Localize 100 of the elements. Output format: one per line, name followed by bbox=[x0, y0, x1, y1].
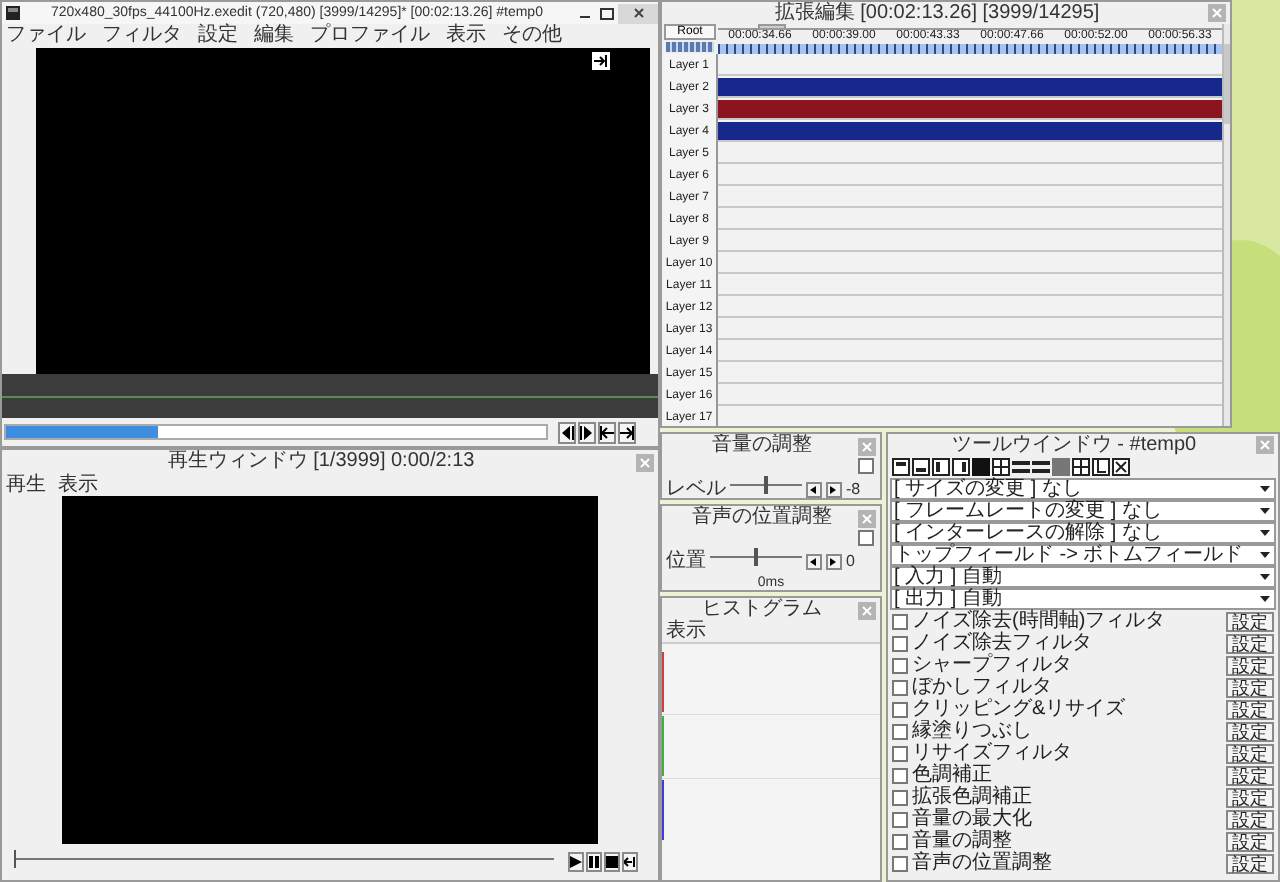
dropdown[interactable]: トップフィールド -> ボトムフィールド bbox=[890, 544, 1276, 566]
time-ruler[interactable] bbox=[718, 44, 1222, 54]
filter-label: リサイズフィルタ bbox=[912, 743, 1074, 763]
checkbox[interactable] bbox=[892, 789, 908, 805]
settings-button[interactable]: 設定 bbox=[1226, 787, 1274, 807]
scrollbar[interactable] bbox=[1222, 24, 1230, 426]
window-title: 再生ウィンドウ [1/3999] 0:00/2:13 bbox=[165, 452, 477, 472]
left-arrow-icon bbox=[810, 557, 818, 565]
jump-end-button[interactable] bbox=[618, 421, 636, 443]
filter-label: 縁塗りつぶし bbox=[912, 721, 1032, 741]
checkbox[interactable] bbox=[892, 657, 908, 673]
menu-item[interactable]: 表示 bbox=[58, 475, 98, 495]
menu-item[interactable]: 表示 bbox=[666, 622, 706, 642]
increase-button[interactable] bbox=[826, 553, 842, 569]
field-label: 位置 bbox=[666, 551, 706, 571]
exit-button[interactable] bbox=[622, 852, 638, 872]
panel-icon[interactable] bbox=[952, 458, 970, 476]
seek-bar[interactable] bbox=[4, 424, 548, 440]
close-icon bbox=[1212, 8, 1222, 18]
settings-button[interactable]: 設定 bbox=[1226, 765, 1274, 785]
checkbox[interactable] bbox=[858, 530, 874, 546]
menu-item[interactable]: フィルタ bbox=[102, 26, 182, 46]
clip-bar[interactable] bbox=[718, 99, 1222, 117]
step-forward-button[interactable] bbox=[578, 421, 596, 443]
settings-button[interactable]: 設定 bbox=[1226, 699, 1274, 719]
decrease-button[interactable] bbox=[806, 553, 822, 569]
scrollbar-thumb[interactable] bbox=[1224, 44, 1230, 124]
panel-icon[interactable] bbox=[932, 458, 950, 476]
step-back-button[interactable] bbox=[558, 421, 576, 443]
fit-button[interactable] bbox=[592, 52, 610, 70]
checkbox[interactable] bbox=[892, 811, 908, 827]
checkbox[interactable] bbox=[858, 458, 874, 474]
settings-button[interactable]: 設定 bbox=[1226, 611, 1274, 631]
close-icon bbox=[1260, 440, 1270, 450]
grid-icon[interactable] bbox=[1072, 458, 1090, 476]
settings-button[interactable]: 設定 bbox=[1226, 853, 1274, 873]
menu-item[interactable]: ファイル bbox=[6, 26, 86, 46]
close-icon bbox=[633, 8, 643, 18]
checkbox[interactable] bbox=[892, 613, 908, 629]
panel-icon[interactable] bbox=[892, 458, 910, 476]
settings-button[interactable]: 設定 bbox=[1226, 633, 1274, 653]
menu-item[interactable]: 表示 bbox=[446, 26, 486, 46]
clip-bar[interactable] bbox=[718, 121, 1222, 139]
settings-button[interactable]: 設定 bbox=[1226, 743, 1274, 763]
close-icon[interactable] bbox=[1112, 458, 1130, 476]
window-title: ツールウインドウ - #temp0 bbox=[949, 435, 1199, 455]
stop-button[interactable] bbox=[604, 852, 620, 872]
right-arrow-icon bbox=[830, 557, 838, 565]
checkbox[interactable] bbox=[892, 767, 908, 783]
checkbox[interactable] bbox=[892, 745, 908, 761]
increase-button[interactable] bbox=[826, 481, 842, 497]
menu-item[interactable]: 編集 bbox=[254, 26, 294, 46]
checkbox[interactable] bbox=[892, 833, 908, 849]
checkbox[interactable] bbox=[892, 635, 908, 651]
filter-label: シャープフィルタ bbox=[912, 655, 1074, 675]
settings-button[interactable]: 設定 bbox=[1226, 831, 1274, 851]
dropdown[interactable]: [ フレームレートの変更 ] なし bbox=[890, 500, 1276, 522]
dropdown[interactable]: [ 出力 ] 自動 bbox=[890, 588, 1276, 610]
scrollbar[interactable] bbox=[718, 24, 1222, 30]
jump-start-button[interactable] bbox=[598, 421, 616, 443]
window-title: 拡張編集 [00:02:13.26] [3999/14295] bbox=[772, 2, 1102, 24]
menu-item[interactable]: 設定 bbox=[198, 26, 238, 46]
dropdown[interactable]: [ サイズの変更 ] なし bbox=[890, 478, 1276, 500]
close-icon bbox=[862, 441, 872, 451]
pause-button[interactable] bbox=[586, 852, 602, 872]
scrollbar-thumb[interactable] bbox=[758, 24, 786, 30]
maximize-icon[interactable] bbox=[600, 6, 614, 20]
lines-icon[interactable] bbox=[1012, 458, 1030, 476]
filter-label: 音声の位置調整 bbox=[912, 853, 1054, 873]
settings-button[interactable]: 設定 bbox=[1226, 721, 1274, 741]
settings-button[interactable]: 設定 bbox=[1226, 677, 1274, 697]
step-forward-icon bbox=[580, 425, 594, 439]
filter-label: 色調補正 bbox=[912, 765, 994, 785]
app-icon bbox=[6, 6, 20, 20]
zoom-gauge[interactable] bbox=[666, 42, 714, 52]
jump-end-icon bbox=[620, 425, 634, 439]
checkbox[interactable] bbox=[892, 679, 908, 695]
filter-label: ノイズ除去フィルタ bbox=[912, 633, 1094, 653]
menu-item[interactable]: その他 bbox=[502, 26, 562, 46]
close-icon bbox=[640, 457, 650, 467]
decrease-button[interactable] bbox=[806, 481, 822, 497]
settings-button[interactable]: 設定 bbox=[1226, 655, 1274, 675]
jump-start-icon bbox=[600, 425, 614, 439]
grid-icon[interactable] bbox=[992, 458, 1010, 476]
dropdown[interactable]: [ 入力 ] 自動 bbox=[890, 566, 1276, 588]
play-button[interactable] bbox=[568, 852, 584, 872]
checkbox[interactable] bbox=[892, 723, 908, 739]
exit-icon bbox=[624, 856, 636, 868]
step-back-icon bbox=[560, 425, 574, 439]
menu-item[interactable]: プロファイル bbox=[310, 26, 430, 46]
panel-icon[interactable] bbox=[912, 458, 930, 476]
settings-button[interactable]: 設定 bbox=[1226, 809, 1274, 829]
checkbox[interactable] bbox=[892, 701, 908, 717]
clip-bar[interactable] bbox=[718, 77, 1222, 95]
value-label: 0 bbox=[846, 553, 855, 569]
lines-icon[interactable] bbox=[1032, 458, 1050, 476]
close-button[interactable] bbox=[618, 3, 658, 23]
menu-item[interactable]: 再生 bbox=[6, 475, 46, 495]
checkbox[interactable] bbox=[892, 855, 908, 871]
dropdown[interactable]: [ インターレースの解除 ] なし bbox=[890, 522, 1276, 544]
